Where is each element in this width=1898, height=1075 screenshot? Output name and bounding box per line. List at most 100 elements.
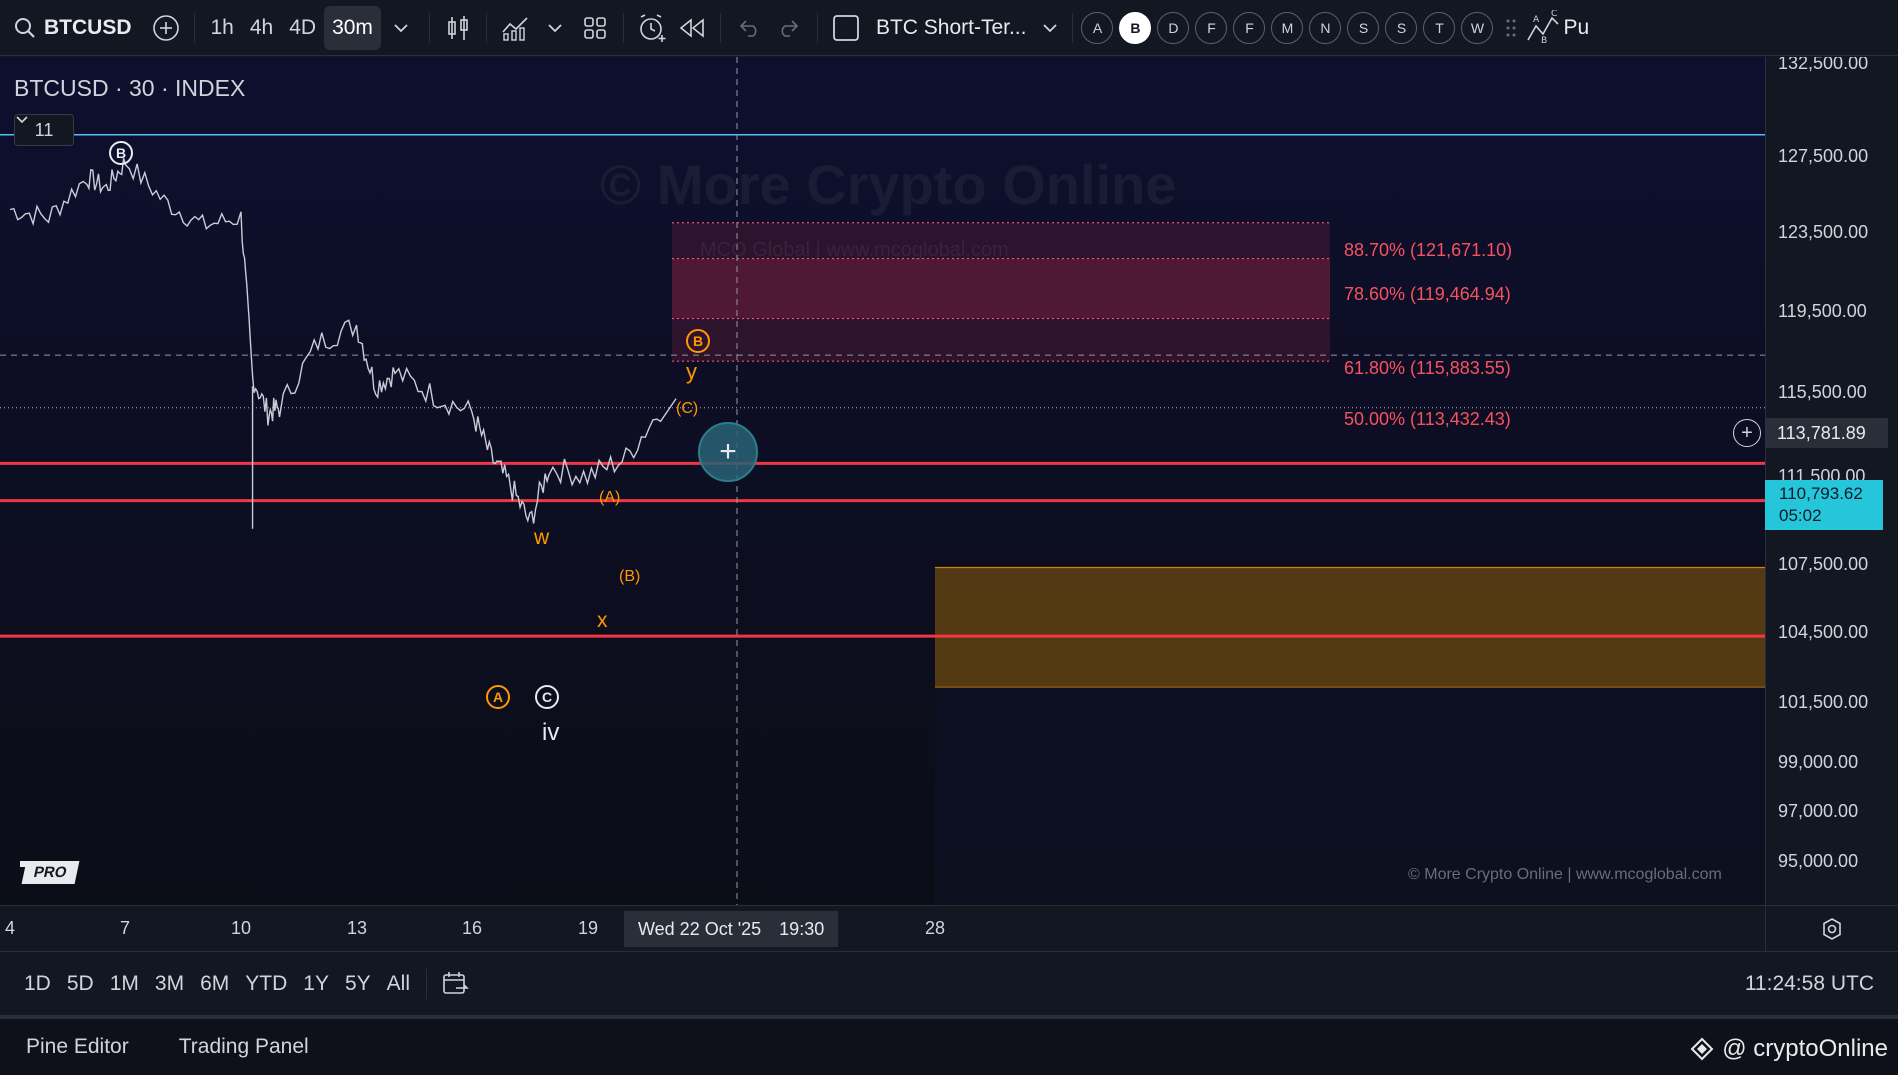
abc-template-button[interactable]: A B C: [1523, 6, 1563, 50]
layout-dropdown[interactable]: [1036, 6, 1064, 50]
last-price-label: 110,793.62 05:02: [1765, 480, 1883, 530]
time-tick: 10: [231, 918, 252, 938]
chevron-down-icon: [1043, 23, 1058, 32]
scale-settings-button[interactable]: [1765, 905, 1898, 951]
range-ytd[interactable]: YTD: [237, 972, 295, 996]
tab-trading-panel[interactable]: Trading Panel: [179, 1035, 309, 1059]
chart-watermark-sub: MCO Global | www.mcoglobal.com: [700, 239, 1009, 261]
price-tick: 107,500.00: [1778, 554, 1869, 574]
interval-dropdown[interactable]: [381, 6, 421, 50]
wave-label-iv: iv: [542, 719, 560, 746]
letter-n-button[interactable]: N: [1309, 11, 1342, 44]
alarm-clock-icon: [640, 13, 666, 42]
range-all[interactable]: All: [379, 972, 418, 996]
letter-d-button[interactable]: D: [1157, 11, 1190, 44]
range-6m[interactable]: 6M: [192, 972, 237, 996]
layout-toggle[interactable]: [826, 6, 866, 50]
publish-button-partial[interactable]: Pu: [1563, 16, 1589, 40]
interval-30m[interactable]: 30m: [324, 5, 381, 50]
date-range-bar: 1D 5D 1M 3M 6M YTD 1Y 5Y All 11:24:58 UT…: [0, 951, 1898, 1015]
crosshair-price-label: 113,781.89: [1765, 418, 1888, 448]
crosshair-time-label: Wed 22 Oct '25 19:30: [624, 911, 839, 947]
range-1y[interactable]: 1Y: [295, 972, 337, 996]
brand-text: @ cryptoOnline: [1722, 1035, 1888, 1062]
interval-4h[interactable]: 4h: [242, 6, 281, 50]
letter-a-button[interactable]: A: [1081, 11, 1114, 44]
price-tick: 115,500.00: [1778, 382, 1867, 402]
layout-grid-button[interactable]: [575, 6, 615, 50]
crosshair-cursor[interactable]: +: [698, 422, 758, 482]
indicators-dropdown[interactable]: [535, 6, 575, 50]
letter-b-button[interactable]: B: [1119, 11, 1152, 44]
toolbar-divider: [719, 12, 721, 43]
chart-legend-title[interactable]: BTCUSD · 30 · INDEX: [14, 75, 245, 102]
target-zone: [935, 567, 1765, 688]
letter-w-button[interactable]: W: [1461, 11, 1494, 44]
indicators-toggle[interactable]: 11: [14, 114, 74, 146]
letter-f2-button[interactable]: F: [1233, 11, 1266, 44]
indicators-button[interactable]: [495, 6, 535, 50]
price-tick: 132,500.00: [1778, 57, 1869, 73]
wave-label-b-circle-top: B: [109, 141, 133, 165]
range-5d[interactable]: 5D: [59, 972, 102, 996]
letter-s2-button[interactable]: S: [1385, 11, 1418, 44]
last-price-value: 110,793.62: [1779, 484, 1863, 503]
rewind-icon: [679, 17, 704, 38]
layout-name[interactable]: BTC Short-Ter...: [866, 16, 1037, 40]
range-1m[interactable]: 1M: [102, 972, 147, 996]
go-to-date-button[interactable]: [435, 962, 475, 1006]
price-tick: 104,500.00: [1778, 622, 1869, 642]
symbol-search[interactable]: BTCUSD: [0, 0, 146, 56]
letter-f-button[interactable]: F: [1195, 11, 1228, 44]
chevron-down-icon: [16, 116, 28, 124]
wave-label-x: x: [597, 609, 608, 632]
wave-label-b-paren: (B): [619, 568, 641, 585]
price-tick: 127,500.00: [1778, 146, 1869, 166]
undo-icon: [739, 19, 757, 37]
chart-footer-credit: © More Crypto Online | www.mcoglobal.com: [1408, 866, 1722, 883]
range-divider: [426, 968, 427, 999]
tab-pine-editor[interactable]: Pine Editor: [26, 1035, 129, 1059]
drag-handle[interactable]: [1499, 6, 1523, 50]
calendar-icon: [443, 971, 469, 994]
range-3m[interactable]: 3M: [147, 972, 192, 996]
crosshair-date: Wed 22 Oct '25: [638, 918, 762, 939]
candlestick-icon: [448, 15, 468, 40]
range-1d[interactable]: 1D: [16, 972, 59, 996]
indicators-count: 11: [34, 119, 54, 140]
range-5y[interactable]: 5Y: [337, 972, 379, 996]
compare-button[interactable]: [146, 6, 186, 50]
fib-label-618: 61.80% (115,883.55): [1344, 358, 1511, 378]
interval-4d[interactable]: 4D: [281, 6, 324, 50]
chart-pane[interactable]: © More Crypto Online MCO Global | www.mc…: [0, 57, 1765, 905]
pro-badge: PRO: [21, 860, 79, 884]
redo-button[interactable]: [769, 6, 809, 50]
drag-dots-icon: [1506, 19, 1516, 36]
time-tick: 16: [462, 918, 483, 938]
letter-m-button[interactable]: M: [1271, 11, 1304, 44]
alert-button[interactable]: [632, 6, 672, 50]
price-tick: 95,000.00: [1778, 851, 1859, 871]
time-tick: 28: [925, 918, 946, 938]
chart-type-button[interactable]: [438, 6, 478, 50]
toolbar-divider: [816, 12, 818, 43]
toolbar-divider: [193, 12, 195, 43]
letter-s-button[interactable]: S: [1347, 11, 1380, 44]
price-tick: 99,000.00: [1778, 752, 1859, 772]
undo-button[interactable]: [729, 6, 769, 50]
time-scale[interactable]: 4 7 10 13 16 19 Wed 22 Oct '25 19:30 28: [0, 905, 1765, 951]
bar-countdown: 05:02: [1779, 506, 1822, 525]
plus-circle-icon: [152, 14, 179, 41]
chevron-down-icon: [394, 23, 408, 32]
tradingview-logo: PRO: [20, 858, 79, 886]
toolbar-divider: [622, 12, 624, 43]
interval-1h[interactable]: 1h: [203, 6, 242, 50]
crosshair-time: 19:30: [779, 918, 825, 939]
fib-label-500: 50.00% (113,432.43): [1344, 409, 1511, 429]
replay-button[interactable]: [672, 6, 712, 50]
add-alert-at-price-button[interactable]: +: [1733, 419, 1761, 447]
utc-clock[interactable]: 11:24:58 UTC: [1745, 972, 1874, 996]
fib-zone-core: [672, 258, 1330, 319]
bottom-panel-bar: Pine Editor Trading Panel @ cryptoOnline: [0, 1015, 1898, 1075]
letter-t-button[interactable]: T: [1423, 11, 1456, 44]
